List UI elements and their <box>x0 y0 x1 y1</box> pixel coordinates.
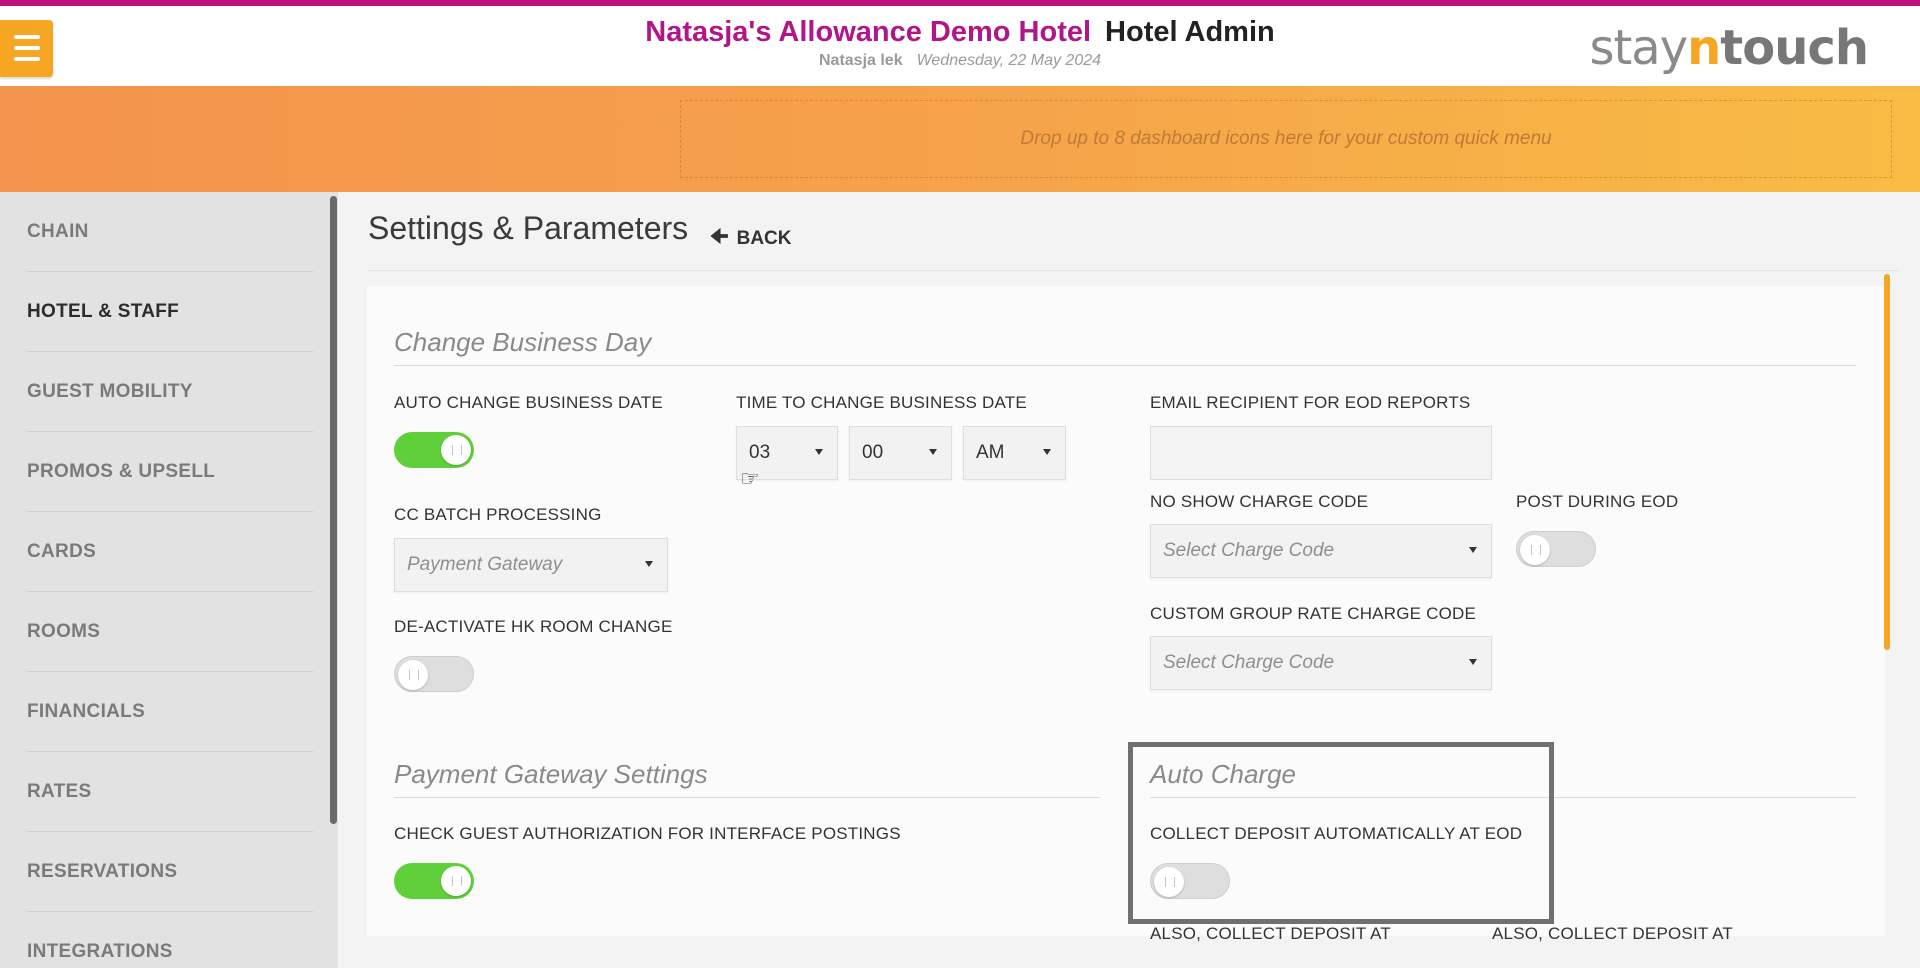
toggle-knob <box>398 660 428 690</box>
caret-down-icon <box>645 561 653 567</box>
back-label: BACK <box>736 228 792 249</box>
post-during-eod-label: POST DURING EOD <box>1516 492 1679 511</box>
divider <box>368 270 1898 271</box>
arrow-left-icon: 🠈 <box>710 226 729 248</box>
minute-select[interactable]: 00 <box>849 426 952 480</box>
sidebar-scrollbar[interactable] <box>330 196 337 824</box>
toggle-knob <box>441 435 471 465</box>
section-divider <box>394 797 1100 798</box>
check-guest-auth-toggle[interactable] <box>394 863 474 899</box>
sidebar-item-reservations[interactable]: RESERVATIONS <box>27 832 313 912</box>
quick-menu-drop-zone[interactable]: Drop up to 8 dashboard icons here for yo… <box>680 100 1892 178</box>
sidebar-item-promos-upsell[interactable]: PROMOS & UPSELL <box>27 432 313 512</box>
content-scrollbar[interactable] <box>1884 274 1890 650</box>
deactivate-hk-toggle[interactable] <box>394 656 474 692</box>
deactivate-hk-label: DE-ACTIVATE HK ROOM CHANGE <box>394 617 673 636</box>
time-change-label: TIME TO CHANGE BUSINESS DATE <box>736 393 1027 412</box>
caret-down-icon <box>929 449 937 455</box>
also-collect-deposit-label-2: ALSO, COLLECT DEPOSIT AT <box>1492 924 1733 943</box>
sidebar: CHAIN HOTEL & STAFF GUEST MOBILITY PROMO… <box>0 192 338 968</box>
app-title: Hotel Admin <box>1105 16 1275 48</box>
post-during-eod-toggle[interactable] <box>1516 531 1596 567</box>
caret-down-icon <box>1043 449 1051 455</box>
sidebar-item-rates[interactable]: RATES <box>27 752 313 832</box>
drop-zone-text: Drop up to 8 dashboard icons here for yo… <box>1020 128 1552 149</box>
hand-cursor-icon: ☞ <box>740 466 760 491</box>
section-title-payment-gateway: Payment Gateway Settings <box>394 759 708 789</box>
back-button[interactable]: 🠈 BACK <box>710 222 791 256</box>
stayntouch-logo: stayntouch <box>1589 20 1869 76</box>
section-title-change-business-day: Change Business Day <box>394 327 652 357</box>
no-show-charge-code-select[interactable]: Select Charge Code <box>1150 524 1492 578</box>
sidebar-item-rooms[interactable]: ROOMS <box>27 592 313 672</box>
auto-change-toggle[interactable] <box>394 432 474 468</box>
ampm-select[interactable]: AM <box>963 426 1066 480</box>
also-collect-deposit-label: ALSO, COLLECT DEPOSIT AT <box>1150 924 1391 943</box>
custom-group-rate-label: CUSTOM GROUP RATE CHARGE CODE <box>1150 604 1477 623</box>
sidebar-item-cards[interactable]: CARDS <box>27 512 313 592</box>
sidebar-item-integrations[interactable]: INTEGRATIONS <box>27 912 313 968</box>
toggle-knob <box>1520 535 1550 565</box>
check-guest-auth-label: CHECK GUEST AUTHORIZATION FOR INTERFACE … <box>394 824 901 843</box>
page-title: Settings & Parameters <box>368 210 689 246</box>
email-recipient-label: EMAIL RECIPIENT FOR EOD REPORTS <box>1150 393 1471 412</box>
sidebar-item-chain[interactable]: CHAIN <box>27 192 313 272</box>
caret-down-icon <box>1469 547 1477 553</box>
toggle-knob <box>441 866 471 896</box>
header: Natasja's Allowance Demo Hotel Hotel Admi… <box>0 6 1920 86</box>
sidebar-item-financials[interactable]: FINANCIALS <box>27 672 313 752</box>
user-name: Natasja lek <box>818 52 903 69</box>
custom-group-charge-code-select[interactable]: Select Charge Code <box>1150 636 1492 690</box>
auto-change-label: AUTO CHANGE BUSINESS DATE <box>394 393 663 412</box>
business-date: Wednesday, 22 May 2024 <box>916 52 1102 69</box>
no-show-label: NO SHOW CHARGE CODE <box>1150 492 1369 511</box>
section-divider <box>394 365 1856 366</box>
cc-batch-select[interactable]: Payment Gateway <box>394 538 668 592</box>
sidebar-item-hotel-staff[interactable]: HOTEL & STAFF <box>27 272 313 352</box>
caret-down-icon <box>815 449 823 455</box>
email-recipient-input[interactable] <box>1150 426 1492 480</box>
sidebar-item-guest-mobility[interactable]: GUEST MOBILITY <box>27 352 313 432</box>
cc-batch-label: CC BATCH PROCESSING <box>394 505 602 524</box>
quick-menu-band: Drop up to 8 dashboard icons here for yo… <box>0 86 1920 192</box>
hotel-name: Natasja's Allowance Demo Hotel <box>645 16 1092 48</box>
highlight-box <box>1128 742 1554 924</box>
caret-down-icon <box>1469 659 1477 665</box>
